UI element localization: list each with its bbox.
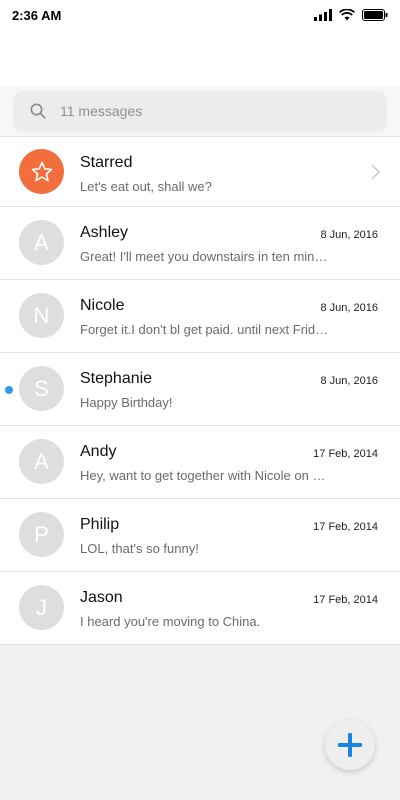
messages-screen: 2:36 AM 11 messages Starred Let's eat ou… (0, 0, 400, 800)
conversation-list: Starred Let's eat out, shall we? A Ashle… (0, 136, 400, 645)
message-date: 17 Feb, 2014 (313, 448, 378, 460)
search-icon (30, 103, 46, 119)
status-time: 2:36 AM (12, 7, 62, 23)
status-icons (314, 9, 388, 21)
avatar-initial: A (34, 229, 49, 255)
avatar-initial: S (34, 375, 49, 401)
message-date: 8 Jun, 2016 (320, 375, 379, 387)
avatar-initial: J (36, 594, 47, 620)
chevron-right-icon (371, 164, 380, 180)
list-item[interactable]: S Stephanie 8 Jun, 2016 Happy Birthday! (0, 353, 400, 426)
search-input[interactable] (60, 103, 340, 119)
header-area (0, 30, 400, 86)
avatar: A (19, 439, 64, 484)
list-item[interactable]: A Ashley 8 Jun, 2016 Great! I'll meet yo… (0, 207, 400, 280)
search-bar (0, 86, 400, 136)
contact-name: Nicole (80, 297, 125, 314)
contact-name: Ashley (80, 224, 129, 241)
avatar-initial: N (33, 302, 50, 328)
message-preview: Great! I'll meet you downstairs in ten m… (80, 249, 328, 264)
list-item[interactable]: P Philip 17 Feb, 2014 LOL, that's so fun… (0, 499, 400, 572)
message-date: 17 Feb, 2014 (313, 521, 378, 533)
star-icon (31, 161, 52, 181)
avatar-initial: A (34, 448, 49, 474)
message-preview: Happy Birthday! (80, 395, 173, 410)
avatar: J (19, 585, 64, 630)
starred-preview: Let's eat out, shall we? (80, 179, 212, 194)
search-box[interactable] (14, 91, 386, 131)
starred-avatar (19, 149, 64, 194)
message-preview: Hey, want to get together with Nicole on… (80, 468, 326, 483)
avatar: P (19, 512, 64, 557)
status-bar: 2:36 AM (0, 0, 400, 30)
list-item[interactable]: N Nicole 8 Jun, 2016 Forget it.I don't b… (0, 280, 400, 353)
starred-item[interactable]: Starred Let's eat out, shall we? (0, 136, 400, 207)
signal-icon (314, 9, 332, 21)
message-date: 17 Feb, 2014 (313, 594, 378, 606)
list-item[interactable]: A Andy 17 Feb, 2014 Hey, want to get tog… (0, 426, 400, 499)
contact-name: Andy (80, 443, 117, 460)
avatar: S (19, 366, 64, 411)
message-preview: LOL, that's so funny! (80, 541, 199, 556)
message-preview: I heard you're moving to China. (80, 614, 261, 629)
avatar: A (19, 220, 64, 265)
list-item[interactable]: J Jason 17 Feb, 2014 I heard you're movi… (0, 572, 400, 645)
plus-icon (338, 733, 362, 757)
unread-indicator (5, 386, 13, 394)
avatar-initial: P (34, 521, 49, 547)
starred-title: Starred (80, 154, 133, 171)
contact-name: Philip (80, 516, 120, 533)
message-date: 8 Jun, 2016 (320, 302, 379, 314)
contact-name: Stephanie (80, 370, 153, 387)
contact-name: Jason (80, 589, 123, 606)
wifi-icon (339, 9, 355, 21)
new-message-button[interactable] (325, 720, 375, 770)
message-date: 8 Jun, 2016 (320, 229, 379, 241)
avatar: N (19, 293, 64, 338)
message-preview: Forget it.I don't bl get paid. until nex… (80, 322, 329, 337)
battery-icon (362, 9, 388, 21)
